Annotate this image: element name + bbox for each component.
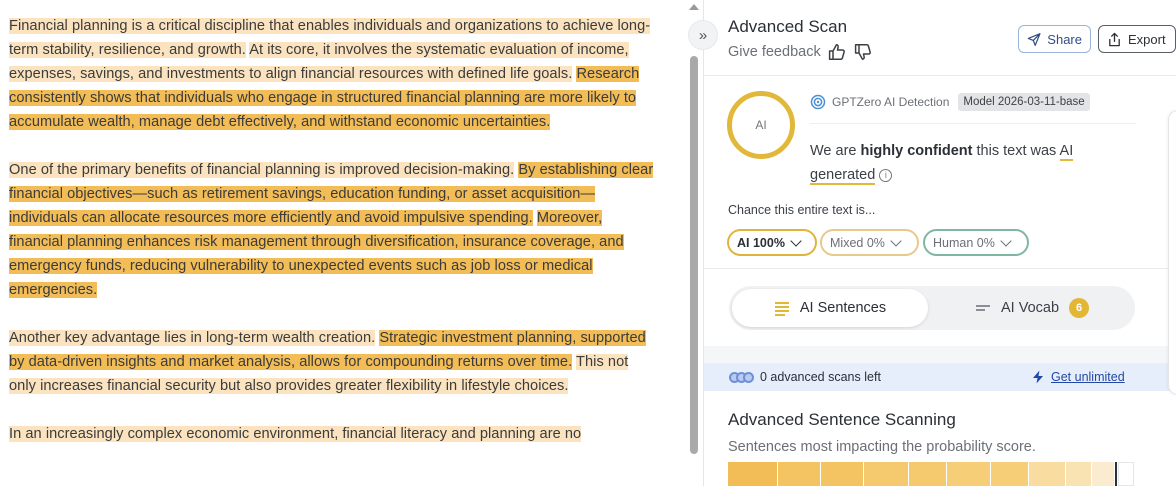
scroll-up-arrow-icon[interactable] [689,4,699,10]
ai-score-ring: AI [727,91,795,159]
thumbs-up-icon[interactable] [827,42,847,62]
side-drawer-edge[interactable] [1168,110,1176,395]
scans-left-text: 0 advanced scans left [760,370,881,384]
sentence-impact-segment[interactable] [1115,462,1117,486]
confidence-middle: this text was [972,143,1060,159]
sentence-impact-segment[interactable] [820,462,863,486]
sentence-impact-segment[interactable] [991,462,1029,486]
gptzero-logo-icon [810,94,826,110]
document-text[interactable]: Financial planning is a critical discipl… [9,14,659,470]
lines-icon [774,302,789,316]
sentence-impact-bar[interactable] [728,462,1134,486]
highlighted-sentence[interactable]: In an increasingly complex economic envi… [9,426,582,442]
feedback-row: Give feedback [728,42,873,62]
ai-probability-dropdown[interactable]: AI 100% [727,229,817,256]
mixed-pill-label: Mixed 0% [830,235,885,250]
scanning-subtitle: Sentences most impacting the probability… [728,439,1036,455]
export-label: Export [1128,31,1166,47]
document-paragraph: Another key advantage lies in long-term … [9,326,659,398]
result-tabs: AI Sentences AI Vocab 6 [729,286,1135,330]
collapse-panel-button[interactable]: » [688,20,718,50]
sentence-impact-segment[interactable] [777,462,820,486]
document-paragraph: In an increasingly complex economic envi… [9,422,659,446]
chance-label: Chance this entire text is... [728,203,876,217]
confidence-statement: We are highly confident this text was AI… [810,139,1120,187]
sentence-impact-segment[interactable] [909,462,947,486]
share-button[interactable]: Share [1018,25,1091,53]
chevron-double-right-icon: » [698,26,708,44]
document-scrollbar-thumb[interactable] [690,56,698,454]
chevron-down-icon [1000,234,1012,247]
chevron-down-icon [890,234,902,247]
sentence-impact-segment[interactable] [728,462,777,486]
get-unlimited-label: Get unlimited [1051,370,1125,384]
sentence-impact-segment[interactable] [1029,462,1065,486]
coins-icon [729,371,754,383]
human-pill-label: Human 0% [933,235,995,250]
export-icon [1109,32,1120,46]
highlighted-sentence[interactable]: One of the primary benefits of financial… [9,162,515,178]
document-pane: Financial planning is a critical discipl… [0,0,686,486]
tab-ai-vocab-label: AI Vocab [1000,300,1060,316]
detector-name: GPTZero AI Detection [832,95,950,109]
detector-divider [810,123,1136,124]
info-icon[interactable]: i [879,169,893,182]
document-paragraph: Financial planning is a critical discipl… [9,14,659,134]
section-gap [704,346,1176,363]
tab-ai-sentences[interactable]: AI Sentences [732,289,928,327]
confidence-prefix: We are [810,143,861,159]
panel-header: Advanced Scan Give feedback Share Export [704,0,1176,76]
sentence-impact-segment[interactable] [1117,462,1134,486]
sentence-impact-segment[interactable] [863,462,909,486]
model-badge: Model 2026-03-11-base [958,93,1090,111]
confidence-strength: highly confident [860,143,973,159]
panel-title: Advanced Scan [728,17,848,36]
mixed-probability-dropdown[interactable]: Mixed 0% [820,229,919,256]
sentence-impact-segment[interactable] [1091,462,1115,486]
share-label: Share [1047,31,1082,47]
export-button[interactable]: Export [1098,25,1176,53]
tab-ai-vocab[interactable]: AI Vocab 6 [933,289,1131,327]
get-unlimited-link[interactable]: Get unlimited [1032,370,1125,384]
sentence-impact-segment[interactable] [947,462,991,486]
send-icon [1027,32,1041,46]
dash-lines-icon [975,305,990,311]
highlighted-sentence[interactable]: Another key advantage lies in long-term … [9,330,376,346]
vocab-count-badge: 6 [1069,298,1090,318]
thumbs-down-icon[interactable] [853,42,873,62]
tab-ai-sentences-label: AI Sentences [799,300,887,316]
human-probability-dropdown[interactable]: Human 0% [923,229,1029,256]
ai-ring-label: AI [755,118,767,132]
document-paragraph: One of the primary benefits of financial… [9,158,659,302]
chevron-down-icon [790,234,802,247]
feedback-label: Give feedback [728,44,821,60]
results-panel: Advanced Scan Give feedback Share Export… [703,0,1176,486]
lightning-icon [1033,370,1043,384]
sentence-impact-segment[interactable] [1066,462,1091,486]
ai-pill-label: AI 100% [737,235,785,250]
scanning-title: Advanced Sentence Scanning [728,410,956,429]
detector-row: GPTZero AI Detection Model 2026-03-11-ba… [810,93,1090,111]
scans-banner: 0 advanced scans left Get unlimited [704,363,1176,391]
card-divider [704,268,1176,269]
